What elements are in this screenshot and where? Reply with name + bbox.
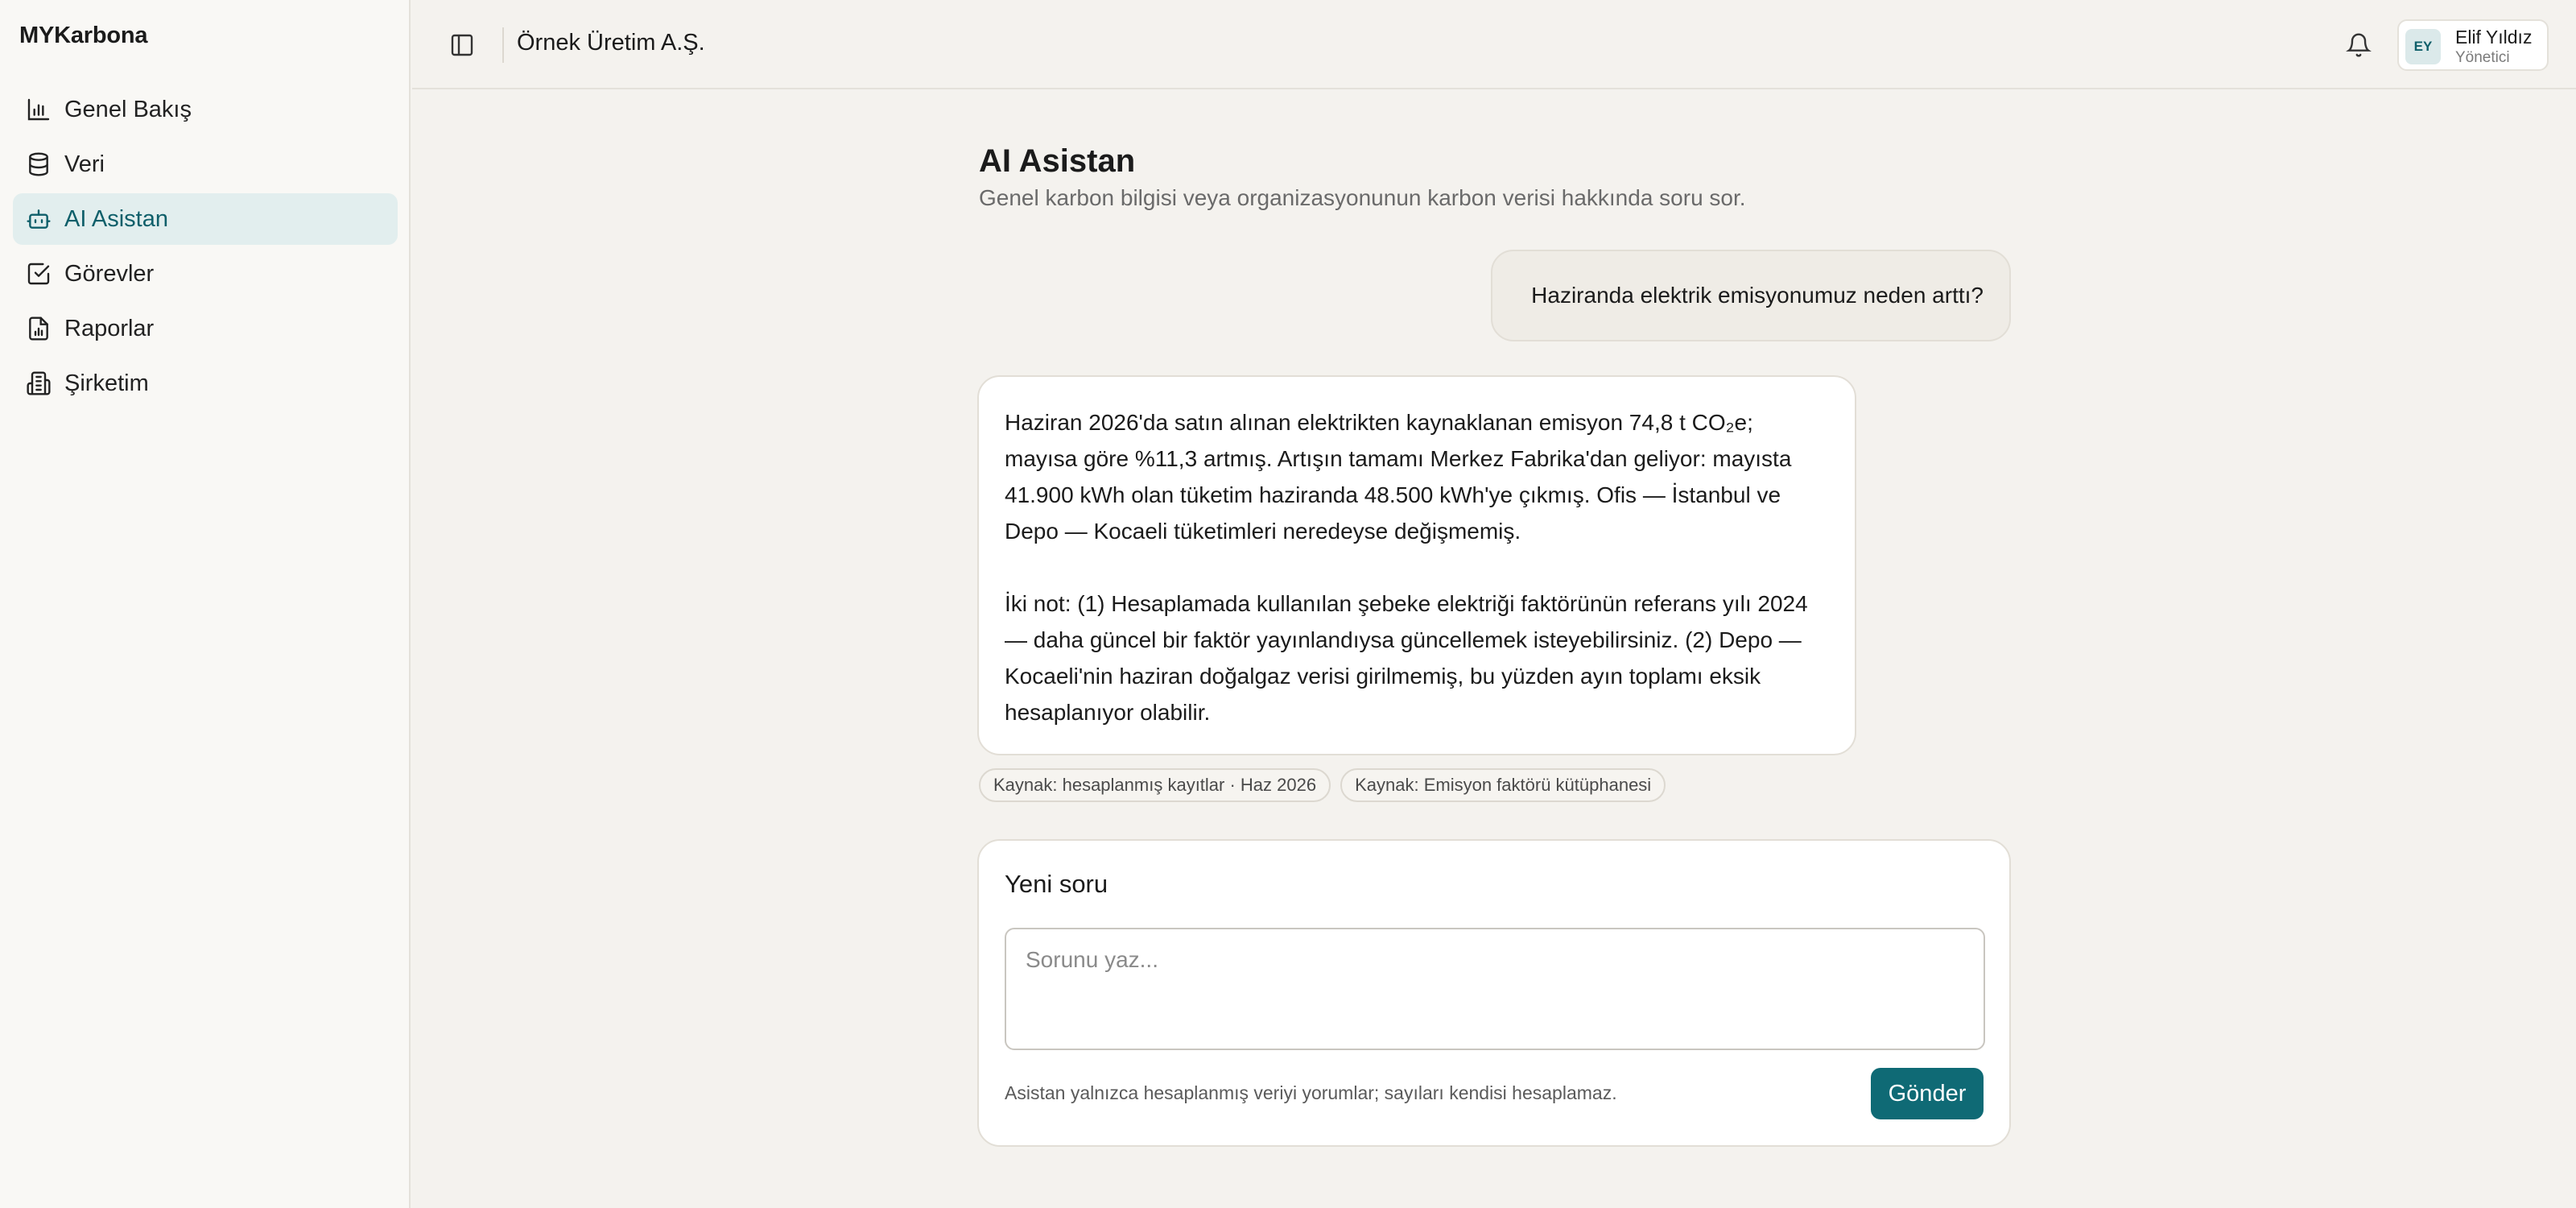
send-button[interactable]: Gönder (1871, 1068, 1984, 1119)
bar-chart-icon (26, 97, 52, 122)
sidebar-item-genel-bakis[interactable]: Genel Bakış (13, 84, 398, 135)
sidebar-toggle-button[interactable] (444, 27, 480, 63)
building-icon (26, 370, 52, 396)
user-menu[interactable]: EY Elif Yıldız Yönetici (2397, 19, 2549, 71)
brand-logo[interactable]: MYKarbona (19, 23, 148, 49)
checkbox-icon (26, 261, 52, 287)
sidebar-item-label: AI Asistan (64, 205, 168, 232)
user-message: Haziranda elektrik emisyonumuz neden art… (1491, 250, 2011, 341)
report-icon (26, 316, 52, 341)
sidebar-item-label: Veri (64, 151, 105, 177)
new-question-card: Yeni soru Asistan yalnızca hesaplanmış v… (977, 839, 2011, 1147)
sidebar-item-label: Şirketim (64, 370, 149, 396)
organization-name: Örnek Üretim A.Ş. (517, 30, 705, 56)
user-message-text: Haziranda elektrik emisyonumuz neden art… (1531, 283, 1984, 308)
database-icon (26, 151, 52, 177)
sidebar-item-label: Genel Bakış (64, 96, 192, 122)
sidebar: MYKarbona Genel Bakış Veri AI Asistan Gö… (0, 0, 411, 1208)
top-header: Örnek Üretim A.Ş. EY Elif Yıldız Yönetic… (412, 0, 2576, 89)
user-name: Elif Yıldız (2455, 27, 2533, 48)
sidebar-item-label: Raporlar (64, 315, 155, 341)
assistant-disclaimer: Asistan yalnızca hesaplanmış veriyi yoru… (1005, 1082, 1617, 1103)
source-chip[interactable]: Kaynak: hesaplanmış kayıtlar · Haz 2026 (979, 768, 1331, 802)
bell-icon (2346, 33, 2372, 57)
sidebar-item-veri[interactable]: Veri (13, 139, 398, 190)
sidebar-item-raporlar[interactable]: Raporlar (13, 303, 398, 354)
sidebar-item-sirketim[interactable]: Şirketim (13, 358, 398, 409)
sidebar-item-ai-asistan[interactable]: AI Asistan (13, 193, 398, 245)
panel-left-icon (451, 34, 473, 56)
question-input[interactable] (1005, 928, 1985, 1050)
sidebar-nav: Genel Bakış Veri AI Asistan Görevler Rap… (13, 84, 398, 412)
assistant-paragraph: Haziran 2026'da satın alınan elektrikten… (1005, 410, 1792, 544)
bot-icon (26, 206, 52, 232)
header-divider (502, 27, 504, 63)
source-list: Kaynak: hesaplanmış kayıtlar · Haz 2026 … (979, 768, 1666, 802)
page-title: AI Asistan (979, 143, 1136, 179)
sidebar-item-label: Görevler (64, 260, 155, 287)
avatar: EY (2405, 29, 2441, 64)
assistant-paragraph: İki not: (1) Hesaplamada kullanılan şebe… (1005, 591, 1808, 725)
notifications-button[interactable] (2339, 26, 2378, 64)
page-subtitle: Genel karbon bilgisi veya organizasyonun… (979, 185, 1746, 210)
new-question-title: Yeni soru (1005, 870, 1108, 898)
sidebar-item-gorevler[interactable]: Görevler (13, 248, 398, 300)
user-role: Yönetici (2455, 49, 2510, 66)
assistant-message: Haziran 2026'da satın alınan elektrikten… (977, 375, 1856, 755)
source-chip[interactable]: Kaynak: Emisyon faktörü kütüphanesi (1340, 768, 1666, 802)
